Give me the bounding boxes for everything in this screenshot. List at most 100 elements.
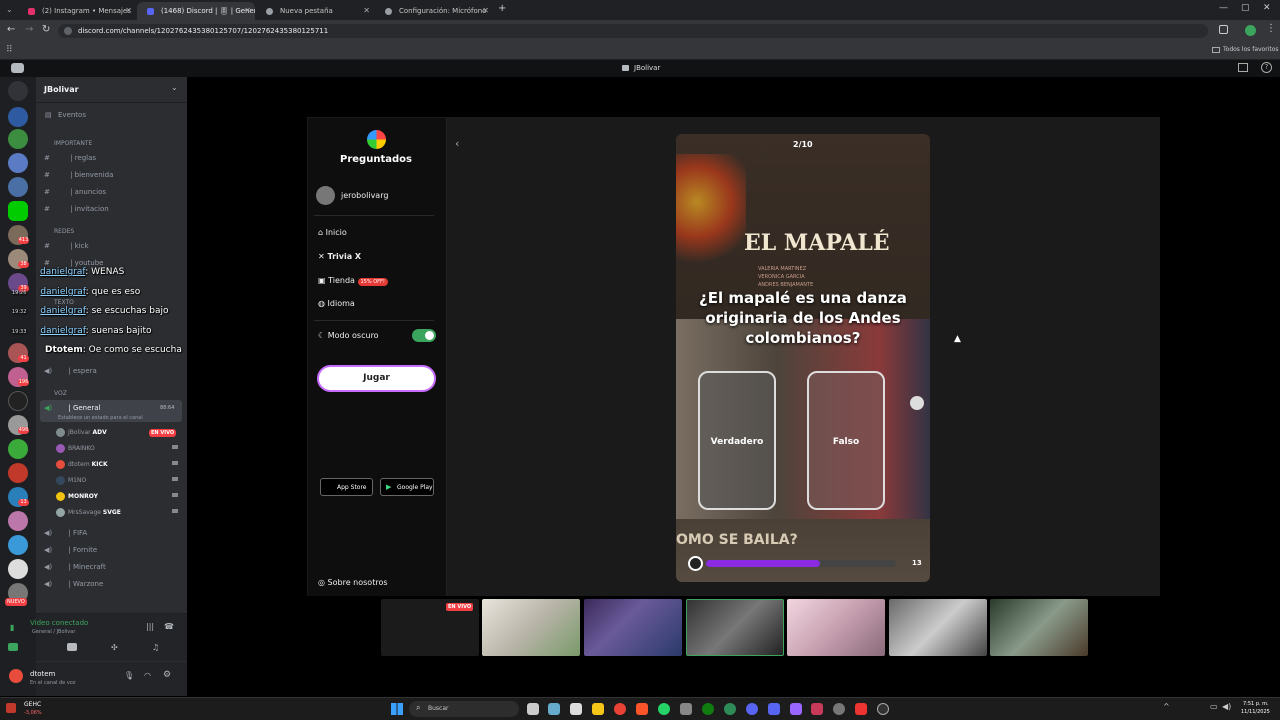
settings-gear-icon[interactable]: ⚙ bbox=[163, 670, 171, 680]
server-icon[interactable] bbox=[8, 177, 28, 197]
app-icon[interactable] bbox=[811, 703, 823, 715]
category-importante[interactable]: IMPORTANTE bbox=[54, 140, 92, 147]
windows-start-icon[interactable] bbox=[391, 703, 403, 715]
explorer-icon[interactable] bbox=[592, 703, 604, 715]
user-name[interactable]: dtotem bbox=[30, 670, 55, 678]
server-icon[interactable] bbox=[8, 107, 28, 127]
server-icon[interactable] bbox=[8, 559, 28, 579]
avatar[interactable] bbox=[9, 669, 23, 683]
google-play-badge[interactable]: ▶ Google Play bbox=[380, 478, 434, 496]
soundboard-button[interactable]: ♫ bbox=[152, 643, 159, 652]
voice-status-subtitle[interactable]: General / JBolivar bbox=[32, 629, 75, 635]
category-redes[interactable]: REDES bbox=[54, 228, 74, 235]
app-icon[interactable] bbox=[833, 703, 845, 715]
participant-thumbnail[interactable] bbox=[889, 599, 987, 656]
menu-icon[interactable]: ⋮ bbox=[1266, 23, 1276, 34]
voice-user[interactable]: JBolivar ADV bbox=[56, 428, 107, 437]
voice-user[interactable]: BRAINKO bbox=[56, 444, 95, 453]
voice-status-title[interactable]: Video conectado bbox=[30, 619, 88, 627]
answer-verdadero[interactable]: Verdadero bbox=[698, 371, 776, 510]
channel-warzone[interactable]: ◀) | Warzone bbox=[44, 580, 103, 588]
tab-mic-settings[interactable]: Configuración: Micrófono ✕ bbox=[375, 2, 493, 20]
server-icon[interactable] bbox=[8, 463, 28, 483]
tab-search-icon[interactable]: ⌄ bbox=[6, 5, 13, 14]
profile-avatar[interactable] bbox=[1245, 25, 1256, 36]
participant-thumbnail[interactable] bbox=[584, 599, 682, 656]
help-icon[interactable]: ? bbox=[1261, 62, 1272, 73]
copilot-icon[interactable] bbox=[548, 703, 560, 715]
activities-button[interactable]: ✣ bbox=[111, 643, 118, 652]
menu-trivia[interactable]: ✕ Trivia X bbox=[318, 252, 361, 261]
reload-icon[interactable]: ↻ bbox=[42, 24, 50, 35]
volume-icon[interactable]: ◀) bbox=[1222, 702, 1231, 711]
voice-user[interactable]: MONROY bbox=[56, 492, 98, 501]
tab-instagram[interactable]: (2) Instagram • Mensajes ✕ bbox=[18, 2, 136, 20]
headphones-icon[interactable]: ◠ bbox=[144, 671, 151, 680]
participant-thumbnail[interactable] bbox=[787, 599, 885, 656]
clock-date[interactable]: 11/11/2025 bbox=[1241, 709, 1270, 715]
dark-mode-toggle[interactable] bbox=[412, 329, 436, 342]
channel-minecraft[interactable]: ◀) | Minecraft bbox=[44, 563, 106, 571]
forward-icon[interactable]: → bbox=[25, 24, 33, 35]
kick-server-icon[interactable] bbox=[8, 201, 28, 221]
channel-status[interactable]: Establece un estado para el canal bbox=[58, 415, 143, 421]
server-name[interactable]: JBolivar bbox=[44, 85, 79, 94]
task-view-icon[interactable] bbox=[527, 703, 539, 715]
menu-idioma[interactable]: ◍ Idioma bbox=[318, 299, 355, 308]
channel-espera[interactable]: ◀) | espera bbox=[44, 367, 97, 375]
server-icon[interactable] bbox=[8, 153, 28, 173]
all-bookmarks-link[interactable]: Todos los favoritos bbox=[1223, 46, 1279, 53]
whatsapp-icon[interactable] bbox=[658, 703, 670, 715]
maximize-button[interactable]: ▢ bbox=[1241, 3, 1250, 13]
stock-ticker[interactable]: GEHC bbox=[24, 701, 41, 708]
mic-icon[interactable]: 🎙︎ bbox=[124, 671, 134, 680]
voice-user[interactable]: M1NO bbox=[56, 476, 86, 485]
camera-toggle-button[interactable] bbox=[8, 643, 18, 651]
store-icon[interactable] bbox=[570, 703, 582, 715]
new-tab-button[interactable]: + bbox=[498, 3, 506, 14]
voice-user[interactable]: MrsSavage SVGE bbox=[56, 508, 121, 517]
brave-icon[interactable] bbox=[636, 703, 648, 715]
avatar[interactable] bbox=[316, 186, 335, 205]
participant-thumbnail[interactable] bbox=[482, 599, 580, 656]
app-icon[interactable] bbox=[746, 703, 758, 715]
taskbar-search[interactable]: ⌕ Buscar bbox=[409, 701, 519, 717]
close-window-button[interactable]: ✕ bbox=[1263, 3, 1271, 13]
username[interactable]: jerobolivarg bbox=[341, 191, 388, 200]
app-icon[interactable] bbox=[680, 703, 692, 715]
extensions-icon[interactable] bbox=[1219, 25, 1228, 34]
site-info-icon[interactable] bbox=[64, 27, 72, 35]
close-icon[interactable]: ✕ bbox=[363, 6, 370, 15]
screen-share-button[interactable] bbox=[67, 643, 77, 651]
stock-icon[interactable] bbox=[6, 703, 16, 713]
minimize-button[interactable]: — bbox=[1219, 3, 1228, 13]
chevron-down-icon[interactable]: ⌄ bbox=[171, 83, 178, 92]
obs-icon[interactable] bbox=[877, 703, 889, 715]
channel-youtube[interactable]: # | youtube bbox=[44, 259, 103, 267]
side-action-icon[interactable] bbox=[910, 396, 924, 410]
app-store-badge[interactable]: App Store bbox=[320, 478, 373, 496]
channel-kick[interactable]: # | kick bbox=[44, 242, 89, 250]
channel-reglas[interactable]: # | reglas bbox=[44, 154, 96, 162]
channel-invitacion[interactable]: # | invitacion bbox=[44, 205, 109, 213]
menu-inicio[interactable]: ⌂ Inicio bbox=[318, 228, 347, 237]
home-icon[interactable] bbox=[8, 81, 28, 101]
about-link[interactable]: ◎ Sobre nosotros bbox=[318, 578, 388, 587]
close-icon[interactable]: ✕ bbox=[482, 6, 489, 15]
answer-falso[interactable]: Falso bbox=[807, 371, 885, 510]
chrome-icon[interactable] bbox=[614, 703, 626, 715]
popout-icon[interactable] bbox=[1238, 63, 1248, 72]
category-texto[interactable]: TEXTO bbox=[54, 299, 74, 306]
discord-logo-icon[interactable] bbox=[11, 63, 24, 73]
clock-time[interactable]: 7:51 p. m. bbox=[1243, 701, 1269, 707]
tab-new[interactable]: Nueva pestaña ✕ bbox=[256, 2, 374, 20]
noise-icon[interactable]: ||| bbox=[146, 622, 154, 631]
address-bar[interactable]: discord.com/channels/1202762435380125707… bbox=[58, 24, 1208, 38]
disconnect-icon[interactable]: ☎ bbox=[164, 622, 174, 631]
server-icon[interactable] bbox=[8, 535, 28, 555]
participant-thumbnail[interactable] bbox=[686, 599, 784, 656]
close-icon[interactable]: ✕ bbox=[125, 6, 132, 15]
discord-icon[interactable] bbox=[768, 703, 780, 715]
category-voz[interactable]: VOZ bbox=[54, 390, 67, 397]
participant-thumbnail[interactable] bbox=[990, 599, 1088, 656]
